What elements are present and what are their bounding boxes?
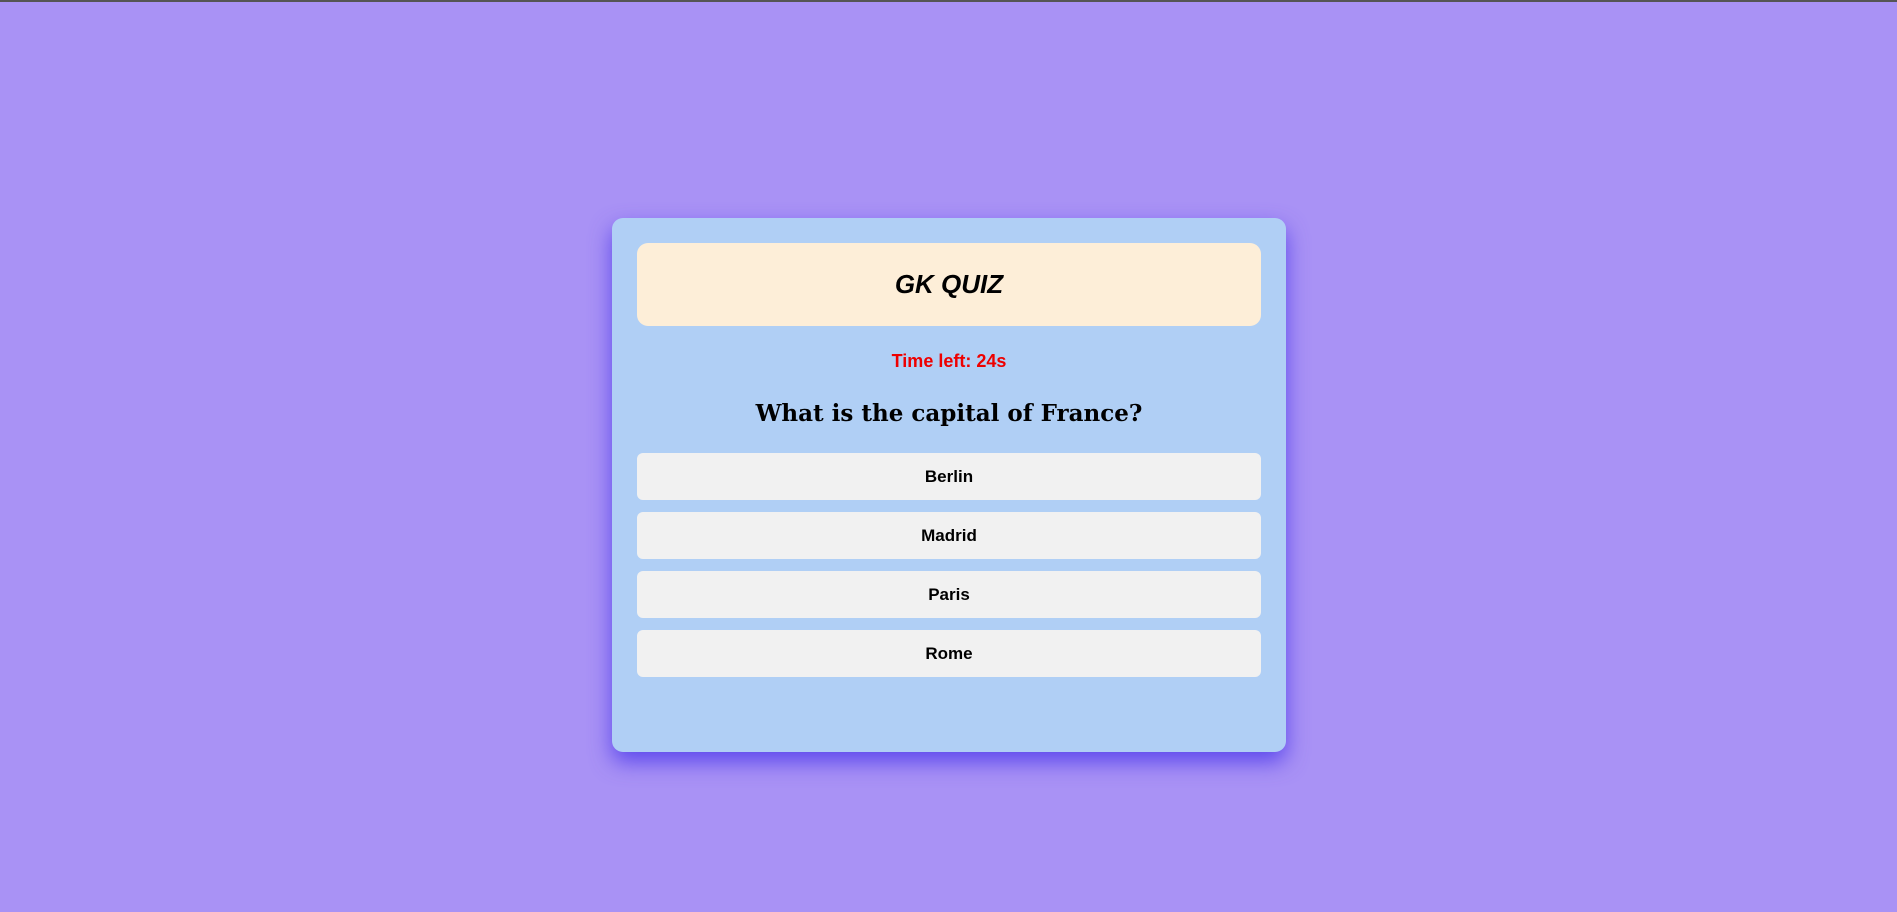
option-button-berlin[interactable]: Berlin (637, 453, 1261, 500)
option-button-rome[interactable]: Rome (637, 630, 1261, 677)
options-list: Berlin Madrid Paris Rome (637, 453, 1261, 677)
quiz-title: GK QUIZ (894, 269, 1004, 299)
option-button-madrid[interactable]: Madrid (637, 512, 1261, 559)
quiz-card: GK QUIZ Time left: 24s What is the capit… (612, 218, 1286, 752)
quiz-header: GK QUIZ (637, 243, 1261, 326)
question-text: What is the capital of France? (755, 400, 1143, 427)
timer-text: Time left: 24s (891, 351, 1007, 371)
option-button-paris[interactable]: Paris (637, 571, 1261, 618)
